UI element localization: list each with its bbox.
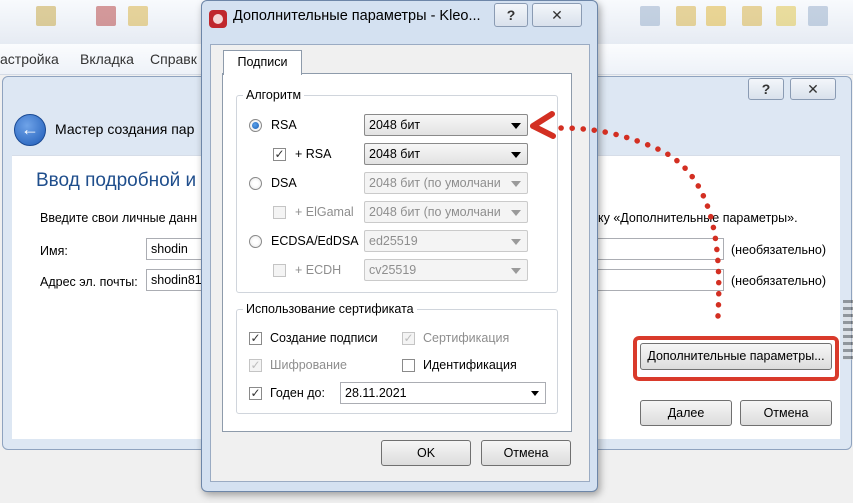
annotation-arrow bbox=[530, 111, 722, 319]
annotation-arrow-line bbox=[555, 125, 722, 319]
arrowhead-icon bbox=[530, 111, 556, 139]
